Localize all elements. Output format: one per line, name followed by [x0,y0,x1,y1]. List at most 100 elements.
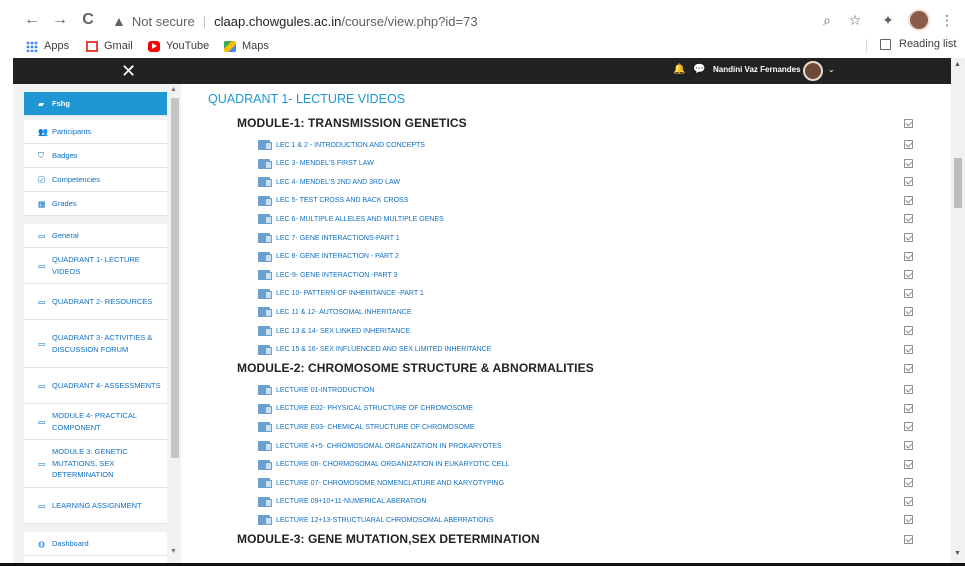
drawer-item[interactable]: ▭ QUADRANT 3- ACTIVITIES & DISCUSSION FOR… [24,320,167,368]
drawer-item[interactable]: ▦ Grades [24,192,167,216]
activity-link[interactable]: LECTURE 12+13-STRUCTUARAL CHROMOSOMAL AB… [258,513,493,527]
activity-link[interactable]: LEC 6- MULTIPLE ALLELES AND MULTIPLE GEN… [258,212,444,226]
completion-checkbox[interactable] [904,403,913,413]
drawer-item[interactable]: ▭ QUADRANT 1- LECTURE VIDEOS [24,248,167,284]
completion-checkbox[interactable] [904,441,913,450]
reload-icon[interactable]: C [78,9,98,31]
profile-avatar[interactable] [908,9,930,31]
drawer-item[interactable]: ▰ Fshg [24,92,167,116]
user-name[interactable]: Nandini Vaz Fernandes [713,65,801,74]
drawer-item[interactable]: ☑ Competencies [24,168,167,192]
completion-checkbox[interactable] [904,251,913,261]
drawer-item[interactable]: ▭ QUADRANT 4- ASSESSMENTS [24,368,167,404]
completion-checkbox[interactable] [904,288,913,298]
extensions-puzzle-icon[interactable]: ✦ [879,10,897,30]
drawer-scrollbar[interactable]: ▲ ▼ [168,84,181,564]
warning-triangle-icon[interactable]: ▲ [112,13,126,29]
drawer-item-label: QUADRANT 3- ACTIVITIES & DISCUSSION FORU… [52,333,153,354]
activity-link[interactable]: LEC 5- TEST CROSS AND BACK CROSS [258,194,408,208]
activity-link[interactable]: LECTURE 4+5- CHROMOSOMAL ORGANIZATION IN… [258,439,502,453]
completion-checkbox[interactable] [904,270,913,280]
bookmark-maps[interactable]: Maps [224,38,269,54]
browser-menu-icon[interactable]: ⋮ [938,10,956,30]
activity-link[interactable]: LEC 10- PATTERN OF INHERITANCE -PART 1 [258,287,424,301]
completion-checkbox[interactable] [904,535,913,544]
zoom-icon[interactable]: ⌕ [818,10,836,30]
activity-link[interactable]: LECTURE 01-INTRODUCTION [258,383,374,397]
completion-checkbox[interactable] [904,344,913,354]
activity-link[interactable]: LEC 13 & 14- SEX LINKED INHERITANCE [258,324,410,338]
user-menu-chevron-icon[interactable]: ⌄ [828,65,835,74]
completion-checkbox[interactable] [904,364,913,374]
activity-link[interactable]: LECTURE 09+10+11-NUMERICAL ABERATION [258,495,426,509]
activity-link[interactable]: LEC 3- MENDEL'S FIRST LAW [258,157,374,171]
page-scrollbar[interactable]: ▲ ▼ [951,58,965,564]
completion-checkbox[interactable] [904,459,913,469]
page-scroll-up-icon[interactable]: ▲ [954,61,961,68]
address-bar[interactable]: ▲ Not secure | claap.chowgules.ac.in/course… [112,8,872,34]
folder-icon: ▭ [38,501,46,510]
completion-checkbox[interactable] [904,233,913,242]
user-avatar[interactable] [803,61,823,81]
activity-link[interactable]: LEC 7- GENE INTERACTIONS-PART 1 [258,231,400,245]
scroll-down-icon[interactable]: ▼ [170,548,177,555]
folder-icon: ▭ [38,417,46,426]
activity-link[interactable]: LEC 11 & 12- AUTOSOMAL INHERITANCE [258,305,412,319]
activity-link[interactable]: LEC 1 & 2 - INTRODUCTION AND CONCEPTS [258,138,425,152]
video-file-icon [258,288,272,299]
activity-link[interactable]: LECTURE 07- CHROMOSOME NOMENCLATURE AND … [258,476,504,490]
activity-link[interactable]: LEC-9- GENE INTERACTION -PART 3 [258,268,397,282]
drawer-item[interactable]: 👥 Participants [24,120,167,144]
reading-list-button[interactable]: Reading list [880,38,956,50]
activity-label: LEC 3- MENDEL'S FIRST LAW [276,160,374,168]
video-file-icon [258,459,272,470]
scroll-up-icon[interactable]: ▲ [170,86,177,93]
bookmark-gmail[interactable]: Gmail [86,38,133,54]
completion-checkbox[interactable] [904,385,913,395]
completion-checkbox[interactable] [904,140,913,149]
completion-checkbox[interactable] [904,422,913,432]
activity-link[interactable]: LEC 8- GENE INTERACTION - PART 2 [258,250,399,264]
activity-link[interactable]: LECTURE 06- CHORMOSOMAL ORGANIZATION IN … [258,458,509,472]
apps-grid-icon [26,40,38,52]
video-file-icon [258,307,272,318]
completion-checkbox[interactable] [904,326,913,335]
completion-checkbox[interactable] [904,177,913,187]
activity-link[interactable]: LEC 4- MENDEL'S 2ND AND 3RD LAW [258,175,400,189]
activity-link[interactable]: LECTURE E03- CHEMICAL STRUCTURE OF CHROM… [258,420,474,434]
back-arrow-icon[interactable]: ← [22,9,42,31]
gmail-icon [86,40,98,52]
bookmark-youtube[interactable]: YouTube [148,38,209,54]
activity-link[interactable]: LECTURE E02- PHYSICAL STRUCTURE OF CHROM… [258,402,473,416]
activity-link[interactable]: LEC 15 & 16- SEX INFLUENCED AND SEX LIMI… [258,343,491,357]
completion-checkbox[interactable] [904,496,913,506]
drawer-scroll-thumb[interactable] [171,98,179,458]
page-scroll-thumb[interactable] [954,158,962,208]
drawer-item[interactable]: ▭ LEARNING ASSIGNMENT [24,488,167,524]
video-file-icon [258,195,272,206]
drawer-item[interactable]: ▭ MODULE 4- PRACTICAL COMPONENT [24,404,167,440]
drawer-item[interactable]: ⛉ Badges [24,144,167,168]
completion-checkbox[interactable] [904,119,913,128]
activity-label: LEC 15 & 16- SEX INFLUENCED AND SEX LIMI… [276,346,492,354]
bookmark-star-icon[interactable]: ☆ [846,10,864,30]
completion-checkbox[interactable] [904,195,913,205]
completion-checkbox[interactable] [904,515,913,525]
drawer-item[interactable]: ▭ QUADRANT 2- RESOURCES [24,284,167,320]
messages-icon[interactable]: 💬 [693,64,705,75]
activity-label: LEC 6- MULTIPLE ALLELES AND MULTIPLE GEN… [276,215,444,223]
close-drawer-icon[interactable]: ✕ [121,60,136,82]
completion-checkbox[interactable] [904,158,913,168]
forward-arrow-icon[interactable]: → [50,9,70,31]
video-file-icon [258,158,272,169]
video-file-icon [258,344,272,355]
completion-checkbox[interactable] [904,478,913,488]
completion-checkbox[interactable] [904,214,913,224]
page-scroll-down-icon[interactable]: ▼ [954,550,961,557]
notification-bell-icon[interactable]: 🔔 [673,64,685,75]
drawer-item[interactable]: ▭ MODULE 3: GENETIC MUTATIONS, SEX DETERM… [24,440,167,488]
drawer-item[interactable]: ◍ Dashboard [24,532,167,556]
drawer-item[interactable]: ▭ General [24,224,167,248]
bookmark-apps[interactable]: Apps [26,38,69,54]
completion-checkbox[interactable] [904,307,913,317]
